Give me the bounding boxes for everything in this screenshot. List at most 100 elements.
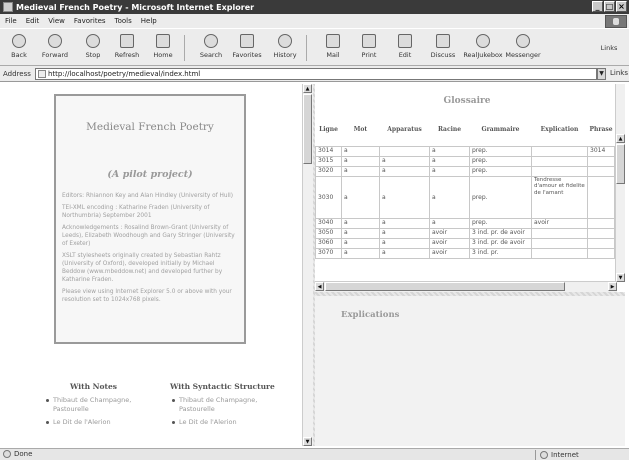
scroll-up-arrow-icon[interactable]: ▲ [303, 84, 312, 93]
cell-apparatus: a [379, 155, 430, 167]
cell-explication [531, 155, 588, 167]
menu-favorites[interactable]: Favorites [74, 17, 106, 25]
explications-title: Explications [341, 310, 400, 320]
glossary-scrollbar[interactable]: ▲ ▼ [615, 84, 625, 282]
cell-racine: a [429, 165, 470, 177]
cell-racine: a [429, 155, 470, 167]
cell-mot[interactable]: a [341, 217, 380, 229]
messenger-button[interactable]: Messenger [505, 32, 541, 64]
table-row: 3050 a a avoir 3 ind. pr. de avoir [315, 227, 616, 239]
cell-mot[interactable]: a [341, 247, 380, 259]
search-button[interactable]: Search [194, 32, 228, 64]
cell-mot[interactable]: a [341, 165, 380, 177]
cell-mot[interactable]: a [341, 227, 380, 239]
col-phrase: Phrase [589, 125, 613, 133]
intro-scrollbar[interactable]: ▲ ▼ [302, 84, 313, 446]
cell-phrase [586, 175, 616, 219]
minimize-button[interactable]: _ [592, 1, 603, 12]
realjukebox-button[interactable]: RealJukebox [463, 32, 503, 64]
address-label: Address [3, 69, 31, 78]
page-title: Medieval French Poetry [86, 121, 214, 133]
syntax-heading: With Syntactic Structure [170, 382, 275, 391]
table-row: 3040 a a a prep. avoir [315, 217, 616, 229]
table-row: 3060 a a avoir 3 ind. pr. de avoir [315, 237, 616, 249]
scroll-thumb[interactable] [303, 94, 312, 164]
stop-button[interactable]: Stop [76, 32, 110, 64]
scroll-thumb[interactable] [616, 144, 625, 184]
cell-grammaire: prep. [469, 217, 532, 229]
glossary-header-row: Ligne Mot Apparatus Racine Grammaire Exp… [316, 122, 615, 136]
col-mot: Mot [353, 125, 368, 133]
links-label[interactable]: Links [610, 69, 628, 77]
print-button[interactable]: Print [352, 32, 386, 64]
cell-racine: a [429, 145, 470, 157]
notes-link-alerion[interactable]: Le Dit de l'Alerion [46, 418, 132, 427]
cell-apparatus: a [379, 247, 430, 259]
zone-label: Internet [551, 451, 579, 459]
cell-racine: a [429, 217, 470, 229]
cell-mot[interactable]: a [341, 175, 380, 219]
links-button[interactable]: Links [592, 32, 626, 64]
back-button[interactable]: Back [2, 32, 36, 64]
maximize-button[interactable]: □ [604, 1, 615, 12]
cell-grammaire: 3 ind. pr. de avoir [469, 237, 532, 249]
col-explication: Explication [540, 125, 579, 133]
favorites-icon [240, 34, 254, 48]
cell-phrase [586, 165, 616, 177]
table-row: 3014 a a prep. 3014 [315, 145, 616, 157]
cell-explication [531, 247, 588, 259]
menu-file[interactable]: File [5, 17, 17, 25]
cell-grammaire: 3 ind. pr. [469, 247, 532, 259]
cell-apparatus [379, 145, 430, 157]
close-button[interactable]: × [616, 1, 627, 12]
credit-stylesheets: XSLT stylesheets originally created by S… [62, 253, 223, 283]
cell-explication [531, 165, 588, 177]
scroll-right-arrow-icon[interactable]: ▶ [608, 282, 617, 291]
home-button[interactable]: Home [146, 32, 180, 64]
home-icon [156, 34, 170, 48]
glossary-frame: Glossaire Ligne Mot Apparatus Racine Gra… [315, 84, 625, 292]
discuss-button[interactable]: Discuss [426, 32, 460, 64]
realjukebox-icon [476, 34, 490, 48]
menu-view[interactable]: View [48, 17, 65, 25]
col-ligne: Ligne [319, 125, 338, 133]
security-zone: Internet [535, 450, 579, 460]
history-button[interactable]: History [268, 32, 302, 64]
cell-mot[interactable]: a [341, 155, 380, 167]
notes-heading: With Notes [70, 382, 117, 391]
scroll-up-arrow-icon[interactable]: ▲ [616, 134, 625, 143]
cell-phrase [586, 227, 616, 239]
intro-frame: Medieval French Poetry (A pilot project)… [4, 84, 304, 446]
notes-link-pastourelle[interactable]: Thibaut de Champagne, Pastourelle [46, 396, 132, 414]
edit-button[interactable]: Edit [388, 32, 422, 64]
explications-frame: Explications [315, 296, 625, 446]
address-input[interactable]: http://localhost/poetry/medieval/index.h… [35, 68, 597, 80]
favorites-button[interactable]: Favorites [230, 32, 264, 64]
mail-icon [326, 34, 340, 48]
notes-list: Thibaut de Champagne, Pastourelle Le Dit… [46, 396, 132, 431]
glossary-horizontal-scrollbar[interactable]: ◀ ▶ [315, 281, 617, 292]
cell-mot[interactable]: a [341, 237, 380, 249]
scroll-down-arrow-icon[interactable]: ▼ [616, 273, 625, 282]
scroll-thumb[interactable] [325, 282, 565, 291]
cell-explication [531, 145, 588, 157]
scroll-down-arrow-icon[interactable]: ▼ [303, 437, 312, 446]
glossary-title: Glossaire [443, 96, 491, 106]
address-dropdown-button[interactable]: ▼ [597, 68, 606, 80]
refresh-icon [120, 34, 134, 48]
forward-button[interactable]: Forward [38, 32, 72, 64]
table-row: 3030 a a a prep. Tendresse d'amour et fi… [315, 175, 616, 219]
table-row: 3015 a a a prep. [315, 155, 616, 167]
cell-phrase [586, 217, 616, 229]
back-arrow-icon [12, 34, 26, 48]
mail-button[interactable]: Mail [316, 32, 350, 64]
window-controls: _ □ × [592, 1, 627, 12]
cell-mot[interactable]: a [341, 145, 380, 157]
scroll-left-arrow-icon[interactable]: ◀ [315, 282, 324, 291]
refresh-button[interactable]: Refresh [110, 32, 144, 64]
syntax-link-alerion[interactable]: Le Dit de l'Alerion [172, 418, 258, 427]
menu-tools[interactable]: Tools [115, 17, 132, 25]
menu-edit[interactable]: Edit [26, 17, 40, 25]
syntax-link-pastourelle[interactable]: Thibaut de Champagne, Pastourelle [172, 396, 258, 414]
menu-help[interactable]: Help [141, 17, 157, 25]
